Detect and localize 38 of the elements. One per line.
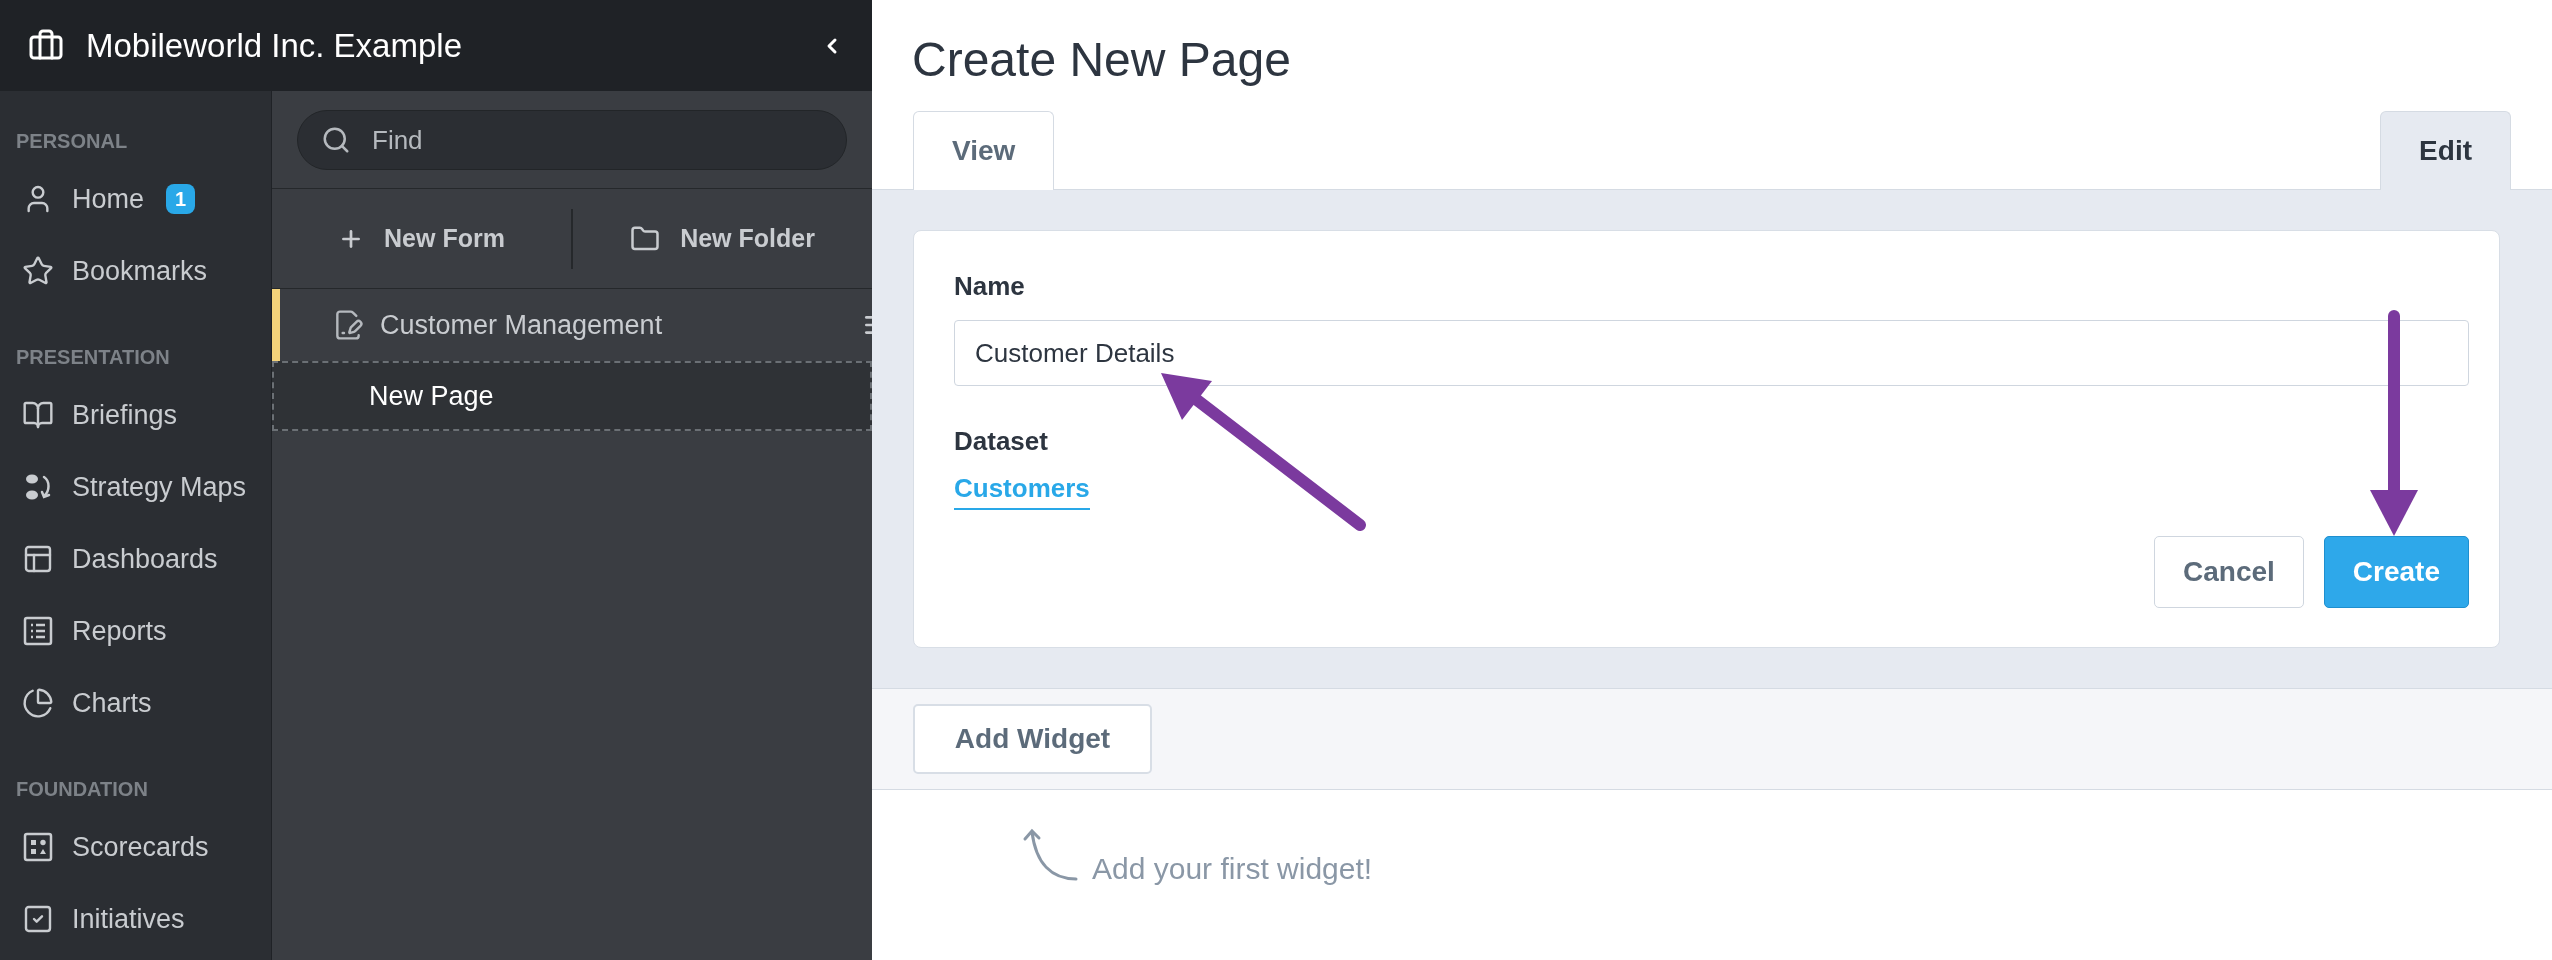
nav-item[interactable]: Reports <box>0 595 271 667</box>
tab[interactable]: View <box>913 111 1055 190</box>
name-field[interactable]: Customer Details <box>954 320 2469 386</box>
scorecard-icon <box>22 831 54 863</box>
nav-item[interactable]: Home 1 <box>0 163 271 235</box>
dashboard-icon <box>22 543 54 575</box>
section-heading: PRESENTATION <box>16 345 170 370</box>
nav-item[interactable]: Scorecards <box>0 811 271 883</box>
tree-item[interactable]: Customer Management <box>272 289 872 361</box>
tree-item-label: Customer Management <box>380 308 663 342</box>
search-field[interactable]: Find <box>297 110 847 170</box>
search-icon <box>321 125 351 155</box>
cancel-button[interactable]: Cancel <box>2154 536 2304 608</box>
nav-item[interactable]: Bookmarks <box>0 235 271 307</box>
nav-item[interactable]: Strategy Maps <box>0 451 271 523</box>
count-badge: 1 <box>166 184 196 214</box>
new-form-button[interactable]: New Form <box>272 219 571 258</box>
nav-item[interactable]: Briefings <box>0 379 271 451</box>
add-widget-button[interactable]: Add Widget <box>913 704 1152 774</box>
field-label: Name <box>954 270 1026 303</box>
new-folder-button[interactable]: New Folder <box>573 219 872 258</box>
pie-chart-icon <box>22 687 54 719</box>
nav-item[interactable]: Charts <box>0 667 271 739</box>
nav-item[interactable]: Dashboards <box>0 523 271 595</box>
checkbox-icon <box>22 903 54 935</box>
section-heading: PERSONAL <box>16 129 128 154</box>
book-icon <box>22 399 54 431</box>
curved-arrow-icon <box>1022 828 1078 882</box>
tab[interactable]: Edit <box>2380 111 2511 190</box>
section-heading: FOUNDATION <box>16 777 148 802</box>
field-label: Dataset <box>954 425 1049 458</box>
page-title: Create New Page <box>912 32 1292 88</box>
list-icon <box>22 615 54 647</box>
org-title: Mobileworld Inc. Example <box>86 25 462 66</box>
hint-text: Add your first widget! <box>1092 854 1373 884</box>
new-page-item[interactable]: New Page <box>272 361 872 431</box>
nav-item[interactable]: Initiatives <box>0 883 271 955</box>
star-icon <box>22 255 54 287</box>
